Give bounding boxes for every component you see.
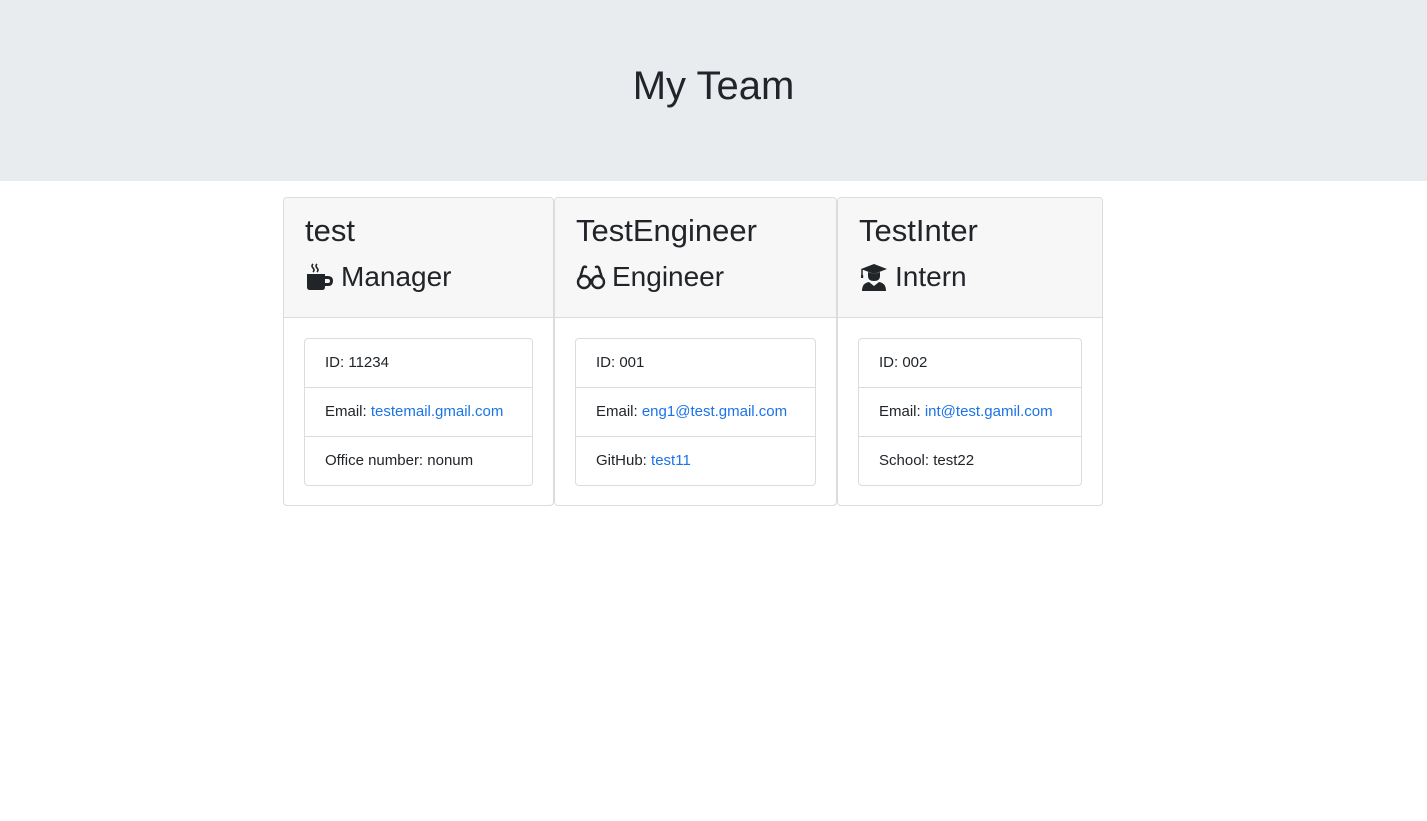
manager-card: test Manager ID: 11234 Email: testemail.…	[283, 197, 554, 506]
github-label: GitHub:	[596, 452, 652, 469]
email-label: Email:	[879, 403, 925, 420]
card-header: TestInter Intern	[838, 198, 1102, 318]
list-item-office: Office number: nonum	[305, 437, 532, 485]
office-value: nonum	[427, 452, 474, 469]
intern-card: TestInter Intern ID: 002 Email: int@test…	[837, 197, 1103, 506]
list-item-id: ID: 002	[859, 339, 1081, 388]
list-item-email: Email: testemail.gmail.com	[305, 388, 532, 437]
id-value: 11234	[348, 354, 389, 371]
email-link[interactable]: int@test.gamil.com	[925, 403, 1053, 420]
email-link[interactable]: eng1@test.gmail.com	[642, 403, 787, 420]
user-graduate-icon	[859, 262, 889, 292]
card-header: TestEngineer Engineer	[555, 198, 836, 318]
id-label: ID:	[325, 354, 349, 371]
employee-name: test	[305, 213, 355, 248]
engineer-card: TestEngineer Engineer ID: 001 Email: eng…	[554, 197, 837, 506]
employee-role: Manager	[305, 260, 452, 294]
list-item-id: ID: 001	[576, 339, 815, 388]
employee-role: Intern	[859, 260, 967, 294]
details-list: ID: 001 Email: eng1@test.gmail.com GitHu…	[575, 338, 816, 486]
office-label: Office number:	[325, 452, 428, 469]
id-value: 002	[902, 354, 928, 371]
school-value: test22	[933, 452, 975, 469]
email-label: Email:	[325, 403, 371, 420]
role-label: Intern	[895, 261, 967, 292]
mug-hot-icon	[305, 262, 335, 292]
page-title: My Team	[632, 64, 795, 108]
list-item-id: ID: 11234	[305, 339, 532, 388]
employee-role: Engineer	[576, 260, 724, 294]
email-link[interactable]: testemail.gmail.com	[371, 403, 504, 420]
list-item-email: Email: eng1@test.gmail.com	[576, 388, 815, 437]
employee-name: TestInter	[859, 213, 978, 248]
id-label: ID:	[596, 354, 620, 371]
id-value: 001	[619, 354, 645, 371]
details-list: ID: 11234 Email: testemail.gmail.com Off…	[304, 338, 533, 486]
role-label: Engineer	[612, 261, 725, 292]
page-header: My Team	[0, 0, 1427, 181]
email-label: Email:	[596, 403, 642, 420]
list-item-email: Email: int@test.gamil.com	[859, 388, 1081, 437]
glasses-icon	[576, 262, 606, 292]
role-label: Manager	[341, 261, 452, 292]
details-list: ID: 002 Email: int@test.gamil.com School…	[858, 338, 1082, 486]
id-label: ID:	[879, 354, 903, 371]
list-item-github: GitHub: test11	[576, 437, 815, 485]
card-header: test Manager	[284, 198, 553, 318]
list-item-school: School: test22	[859, 437, 1081, 485]
school-label: School:	[879, 452, 934, 469]
github-link[interactable]: test11	[651, 452, 691, 469]
employee-name: TestEngineer	[576, 213, 757, 248]
